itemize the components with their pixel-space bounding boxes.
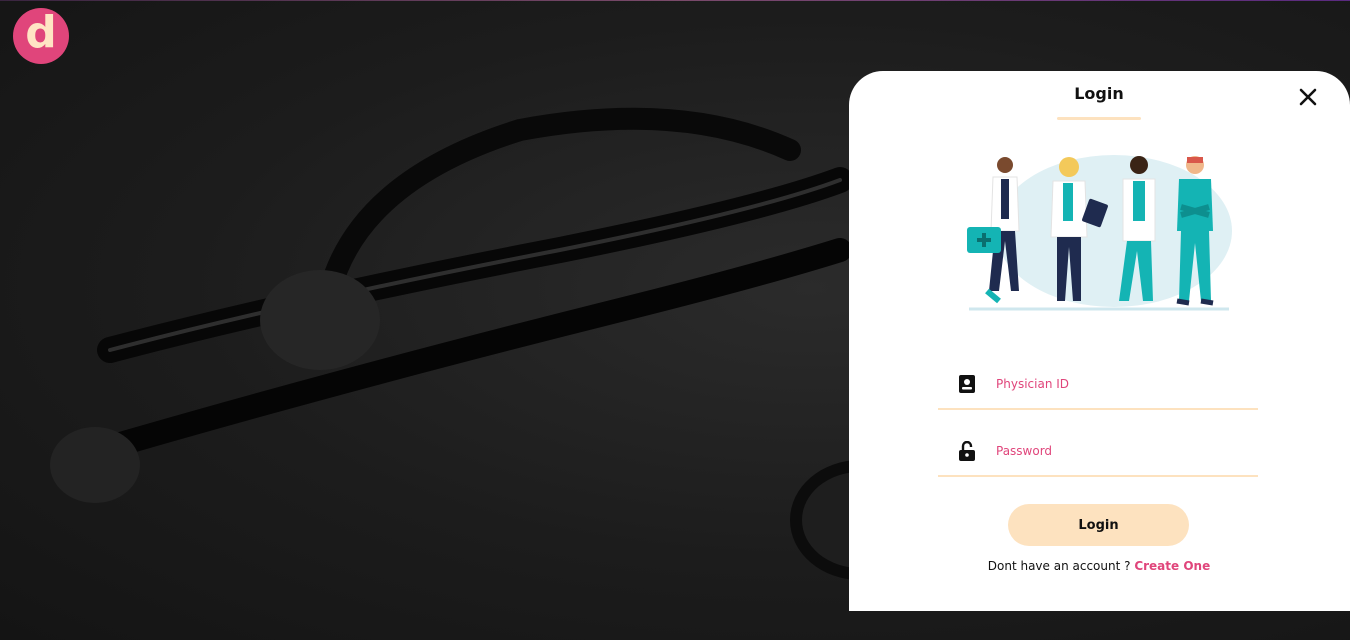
app-logo[interactable]: d (13, 8, 69, 64)
password-field (938, 427, 1258, 477)
modal-title: Login (1074, 84, 1124, 103)
medical-team-illustration (967, 155, 1232, 311)
password-input[interactable] (996, 439, 1246, 463)
close-icon[interactable] (1297, 86, 1319, 108)
create-account-link[interactable]: Create One (1134, 559, 1210, 573)
physician-id-input[interactable] (996, 372, 1246, 396)
signup-prompt: Dont have an account ? Create One (849, 559, 1349, 573)
login-modal: Login Physician ID Login Dont have an ac… (849, 71, 1350, 611)
id-badge-icon (959, 375, 975, 393)
top-border (0, 0, 1350, 1)
title-underline (1057, 117, 1141, 120)
login-button[interactable]: Login (1008, 504, 1189, 546)
signup-prompt-text: Dont have an account ? (987, 559, 1135, 573)
logo-letter: d (25, 7, 57, 58)
unlock-icon (959, 441, 975, 461)
physician-id-field (938, 360, 1258, 410)
